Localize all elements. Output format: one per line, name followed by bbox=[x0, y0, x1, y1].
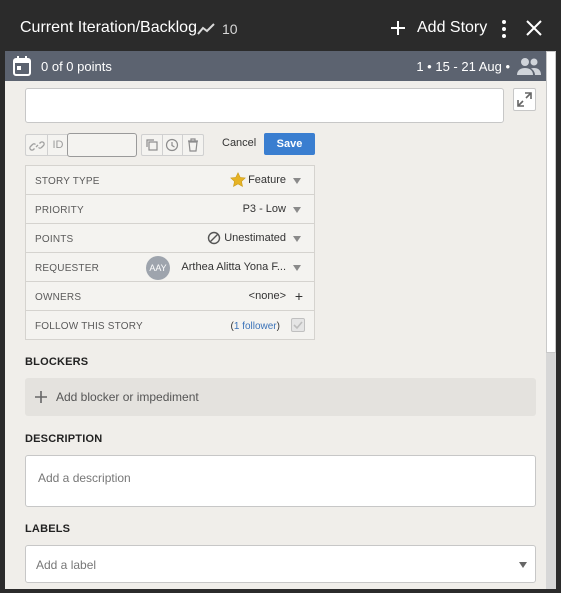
story-type-row[interactable]: STORY TYPE Feature bbox=[26, 166, 314, 195]
story-type-label: STORY TYPE bbox=[35, 176, 100, 187]
people-icon[interactable] bbox=[517, 56, 541, 76]
story-editor: ID Cancel Save STORY TYPE Feature PRIORI… bbox=[5, 81, 546, 589]
history-icon[interactable] bbox=[164, 137, 180, 153]
follow-row: FOLLOW THIS STORY (1 follower) bbox=[26, 311, 314, 340]
cancel-button[interactable]: Cancel bbox=[222, 137, 256, 149]
check-icon bbox=[293, 321, 303, 330]
iteration-bar: 0 of 0 points 1 • 15 - 21 Aug • bbox=[5, 51, 546, 81]
owners-label: OWNERS bbox=[35, 292, 82, 303]
link-icon bbox=[29, 141, 45, 151]
panel-header: Current Iteration/Backlog 10 Add Story bbox=[0, 0, 561, 58]
add-blocker-label: Add blocker or impediment bbox=[56, 390, 199, 404]
labels-heading: LABELS bbox=[25, 523, 71, 535]
iteration-dates: 1 • 15 - 21 Aug • bbox=[416, 59, 510, 74]
id-input[interactable] bbox=[67, 133, 137, 157]
close-icon[interactable] bbox=[525, 19, 543, 37]
story-details: STORY TYPE Feature PRIORITY P3 - Low POI… bbox=[25, 165, 315, 340]
save-button[interactable]: Save bbox=[264, 133, 315, 155]
plus-icon[interactable] bbox=[390, 20, 406, 36]
star-icon bbox=[230, 172, 246, 187]
paren-close: ) bbox=[276, 321, 280, 332]
id-label: ID bbox=[47, 134, 69, 156]
requester-label: REQUESTER bbox=[35, 263, 100, 274]
plus-icon bbox=[35, 391, 47, 403]
velocity-icon bbox=[197, 23, 215, 35]
chevron-down-icon[interactable] bbox=[293, 178, 301, 184]
requester-value: Arthea Alitta Yona F... bbox=[181, 261, 286, 273]
priority-value: P3 - Low bbox=[242, 203, 286, 215]
add-story-button[interactable]: Add Story bbox=[417, 19, 487, 37]
story-name-input[interactable] bbox=[25, 88, 504, 123]
divider bbox=[182, 135, 183, 155]
story-type-value: Feature bbox=[230, 172, 286, 187]
labels-select[interactable]: Add a label bbox=[25, 545, 536, 583]
scrollbar[interactable] bbox=[546, 51, 556, 589]
panel-title: Current Iteration/Backlog bbox=[20, 19, 197, 36]
chevron-down-icon[interactable] bbox=[293, 207, 301, 213]
divider bbox=[162, 135, 163, 155]
chevron-down-icon[interactable] bbox=[519, 562, 527, 568]
points-row[interactable]: POINTS Unestimated bbox=[26, 224, 314, 253]
scrollbar-thumb[interactable] bbox=[546, 51, 556, 353]
story-type-text: Feature bbox=[248, 174, 286, 186]
more-options-icon[interactable] bbox=[500, 19, 508, 39]
blockers-heading: BLOCKERS bbox=[25, 356, 89, 368]
follower-count: (1 follower) bbox=[231, 321, 281, 332]
requester-row[interactable]: REQUESTER AAY Arthea Alitta Yona F... bbox=[26, 253, 314, 282]
labels-placeholder: Add a label bbox=[36, 558, 97, 572]
description-placeholder: Add a description bbox=[38, 471, 131, 485]
copy-link-button[interactable] bbox=[25, 134, 47, 156]
description-input[interactable]: Add a description bbox=[25, 455, 536, 507]
description-heading: DESCRIPTION bbox=[25, 433, 103, 445]
trash-icon[interactable] bbox=[185, 137, 201, 153]
calendar-icon bbox=[13, 56, 31, 76]
add-owner-icon[interactable]: + bbox=[295, 288, 303, 304]
priority-row[interactable]: PRIORITY P3 - Low bbox=[26, 195, 314, 224]
follow-checkbox[interactable] bbox=[291, 318, 305, 332]
follow-label: FOLLOW THIS STORY bbox=[35, 321, 143, 332]
points-value: Unestimated bbox=[207, 231, 286, 245]
followers-link[interactable]: 1 follower bbox=[234, 321, 277, 332]
points-label: POINTS bbox=[35, 234, 74, 245]
velocity-value: 10 bbox=[222, 21, 238, 37]
owners-value: <none> bbox=[248, 290, 286, 302]
chevron-down-icon[interactable] bbox=[293, 265, 301, 271]
priority-label: PRIORITY bbox=[35, 205, 84, 216]
expand-icon bbox=[517, 92, 532, 107]
points-summary: 0 of 0 points bbox=[41, 59, 112, 74]
unestimated-icon bbox=[208, 231, 221, 245]
points-text: Unestimated bbox=[224, 232, 286, 244]
clone-icon[interactable] bbox=[144, 137, 160, 153]
chevron-down-icon[interactable] bbox=[293, 236, 301, 242]
add-blocker-button[interactable]: Add blocker or impediment bbox=[25, 378, 536, 416]
owners-row: OWNERS <none> + bbox=[26, 282, 314, 311]
avatar: AAY bbox=[146, 256, 170, 280]
expand-button[interactable] bbox=[513, 88, 536, 111]
story-actions bbox=[141, 134, 204, 156]
